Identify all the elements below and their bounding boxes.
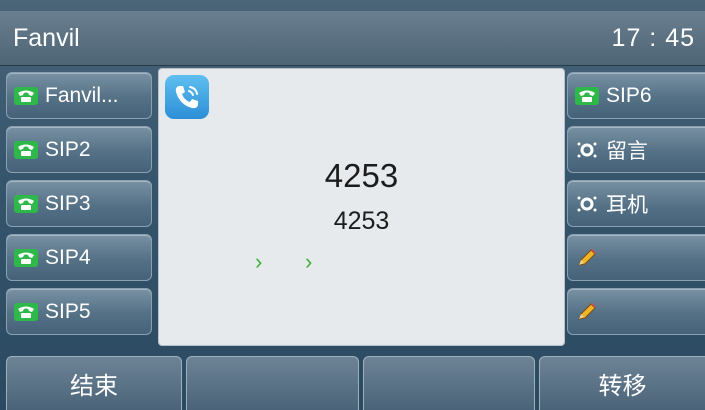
end-call-button[interactable]: 结束 [6, 356, 182, 410]
call-panel: 4253 4253 › › [158, 68, 565, 346]
line-key-3[interactable]: SIP3 [6, 180, 152, 227]
phone-icon [13, 139, 39, 161]
line-key-5[interactable]: SIP5 [6, 288, 152, 335]
phone-icon [13, 193, 39, 215]
brand-label: Fanvil [13, 24, 80, 52]
softkey-3[interactable] [363, 356, 535, 410]
dss-key-edit-2[interactable] [567, 288, 705, 335]
line-key-label: SIP4 [45, 245, 91, 269]
pencil-icon [574, 247, 600, 269]
status-arrow-icon: › [255, 249, 263, 274]
status-arrow-icon: › [305, 249, 313, 274]
voicemail-key[interactable]: 留言 [567, 126, 705, 173]
line-key-sip6[interactable]: SIP6 [567, 72, 705, 119]
phone-icon [13, 247, 39, 269]
headset-icon [574, 193, 600, 215]
phone-icon [13, 85, 39, 107]
call-app-icon [165, 75, 209, 119]
line-key-2[interactable]: SIP2 [6, 126, 152, 173]
status-bar: Fanvil 17 : 45 [0, 11, 705, 66]
line-key-label: SIP5 [45, 299, 91, 323]
caller-number: 4253 [324, 157, 399, 194]
voicemail-label: 留言 [606, 139, 648, 163]
headset-key[interactable]: 耳机 [567, 180, 705, 227]
line-key-label: SIP6 [606, 83, 652, 107]
line-key-label: SIP3 [45, 191, 91, 215]
softkey-2[interactable] [186, 356, 359, 410]
headset-label: 耳机 [606, 193, 648, 217]
dss-key-edit-1[interactable] [567, 234, 705, 281]
line-key-1[interactable]: Fanvil... [6, 72, 152, 119]
clock: 17 : 45 [611, 24, 695, 52]
voicemail-icon [574, 139, 600, 161]
line-key-4[interactable]: SIP4 [6, 234, 152, 281]
caller-name: 4253 [333, 207, 390, 235]
phone-screen: Fanvil 17 : 45 Fanvil... SIP2 SIP3 SIP4 … [0, 0, 705, 410]
line-key-label: Fanvil... [45, 83, 119, 107]
line-key-label: SIP2 [45, 137, 91, 161]
phone-icon [13, 301, 39, 323]
phone-icon [574, 85, 600, 107]
transfer-button[interactable]: 转移 [539, 356, 705, 410]
pencil-icon [574, 301, 600, 323]
softkey-bar: 结束 转移 [0, 356, 705, 410]
